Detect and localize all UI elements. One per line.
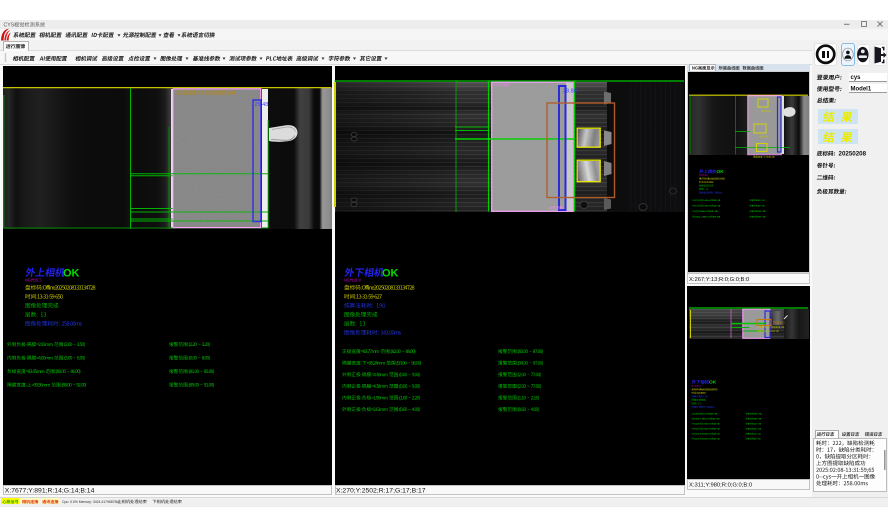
svg-text:25.48: 25.48 bbox=[255, 102, 269, 108]
svg-text:OK: OK bbox=[382, 267, 399, 279]
svg-text:Cpu: 0.0% Memory: 3424.4179687: Cpu: 0.0% Memory: 3424.41796875M bbox=[62, 500, 119, 504]
svg-text:OK: OK bbox=[717, 169, 725, 175]
svg-text:cys: cys bbox=[851, 75, 862, 81]
svg-text:Model1: Model1 bbox=[851, 87, 872, 93]
svg-text:28.88: 28.88 bbox=[563, 89, 577, 95]
svg-text:CYS-: CYS- bbox=[4, 23, 17, 29]
svg-text:X:267;Y:13;R:0;G:0;B:0: X:267;Y:13;R:0;G:0;B:0 bbox=[689, 277, 749, 283]
svg-text:X:311;Y:980;R:0;G:0;B:0: X:311;Y:980;R:0;G:0;B:0 bbox=[689, 483, 752, 489]
svg-text:20250208: 20250208 bbox=[839, 151, 867, 158]
svg-text:OK: OK bbox=[63, 267, 80, 279]
svg-text:X:270;Y:2502;R:17;G:17;B:17: X:270;Y:2502;R:17;G:17;B:17 bbox=[336, 488, 426, 495]
svg-text:X:7677;Y:891;R:14;G:14;B:14: X:7677;Y:891;R:14;G:14;B:14 bbox=[5, 488, 95, 495]
svg-text:OK: OK bbox=[709, 380, 717, 386]
